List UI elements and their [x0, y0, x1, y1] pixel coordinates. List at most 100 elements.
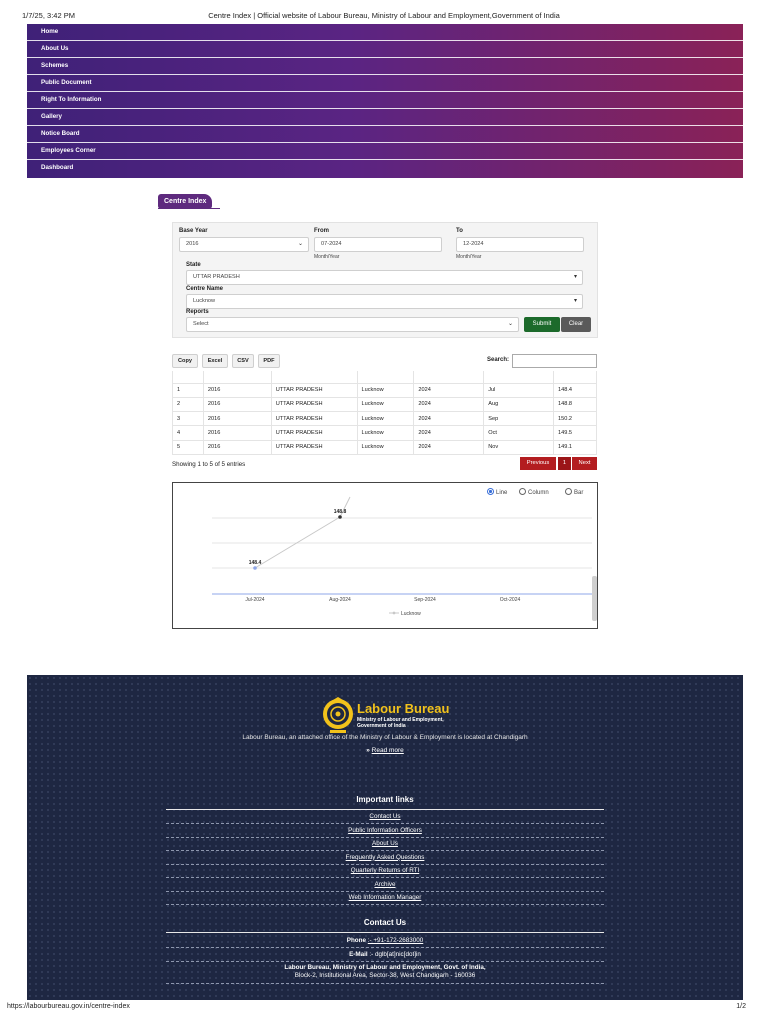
- table-row: [172, 371, 597, 384]
- excel-button[interactable]: Excel: [202, 354, 228, 368]
- x-tick-label: Jul-2024: [245, 597, 264, 603]
- chart-scrollbar[interactable]: [592, 576, 597, 621]
- section-title: Centre Index: [158, 194, 213, 209]
- state-label: State: [186, 262, 201, 268]
- entries-info: Showing 1 to 5 of 5 entries: [172, 461, 246, 468]
- centre-name-label: Centre Name: [186, 286, 224, 292]
- submit-button[interactable]: Submit: [524, 317, 560, 332]
- from-month-value: 07-2024: [321, 241, 342, 247]
- to-month-input[interactable]: 12-2024: [456, 237, 584, 252]
- nav-item-schemes[interactable]: Schemes: [27, 58, 743, 75]
- table-cell: 4: [172, 425, 204, 441]
- footer-link-web-information-manager[interactable]: Web Information Manager: [166, 892, 604, 906]
- read-more-arrow-icon: »: [366, 747, 370, 754]
- email-value: :- dglb[at]nic[dot]in: [369, 951, 421, 958]
- previous-page-button[interactable]: Previous: [520, 457, 556, 470]
- divider: [166, 932, 604, 933]
- nav-item-home[interactable]: Home: [27, 24, 743, 41]
- footer-link-contact-us[interactable]: Contact Us: [166, 811, 604, 825]
- chart-type-column-label: Column: [528, 490, 549, 496]
- emblem-icon: [323, 697, 353, 733]
- nav-item-about-us[interactable]: About Us: [27, 41, 743, 58]
- search-label: Search:: [487, 357, 510, 363]
- table-cell: 149.1: [553, 440, 597, 455]
- from-label: From: [314, 228, 329, 234]
- contact-us-heading: Contact Us: [363, 918, 407, 927]
- table-cell: 2024: [413, 397, 484, 413]
- centre-name-select[interactable]: Lucknow ▾: [186, 294, 583, 309]
- nav-item-notice-board[interactable]: Notice Board: [27, 126, 743, 143]
- section-title-underline: [158, 208, 220, 209]
- nav-item-employees-corner[interactable]: Employees Corner: [27, 143, 743, 160]
- chart-type-line-option[interactable]: Line: [487, 488, 507, 496]
- reports-label: Reports: [186, 309, 209, 315]
- footer-link-public-information-officers[interactable]: Public Information Officers: [166, 825, 604, 838]
- csv-button[interactable]: CSV: [232, 354, 254, 368]
- table-cell: Oct: [483, 425, 554, 441]
- from-month-input[interactable]: 07-2024: [314, 237, 442, 252]
- table-cell: 148.8: [553, 397, 597, 413]
- labour-bureau-logo: Labour Bureau Ministry of Labour and Emp…: [321, 697, 471, 737]
- table-cell: 1: [172, 383, 204, 398]
- table-cell: Nov: [483, 440, 554, 455]
- phone-label: Phone: [346, 937, 366, 944]
- table-cell: Lucknow: [356, 383, 414, 398]
- footer-link-faq[interactable]: Frequently Asked Questions: [166, 852, 604, 865]
- x-tick-label: Oct-2024: [500, 597, 521, 603]
- table-cell: 2024: [413, 440, 484, 455]
- nav-item-right-to-information[interactable]: Right To Information: [27, 92, 743, 109]
- nav-item-dashboard[interactable]: Dashboard: [27, 160, 743, 177]
- base-year-value: 2016: [186, 241, 199, 247]
- footer-link-about-us[interactable]: About Us: [166, 838, 604, 852]
- footer-link-archive[interactable]: Archive: [166, 879, 604, 892]
- print-footer: https://labourbureau.gov.in/centre-index…: [0, 1003, 768, 1015]
- table-cell: Lucknow: [356, 440, 414, 455]
- email-label: E-Mail: [349, 951, 368, 958]
- next-page-button[interactable]: Next: [572, 457, 597, 470]
- page-1-button[interactable]: 1: [558, 457, 571, 470]
- radio-icon: [565, 488, 572, 495]
- data-point: [253, 566, 257, 570]
- print-url: https://labourbureau.gov.in/centre-index: [7, 1003, 130, 1010]
- logo-subtitle-line2: Government of India: [357, 723, 406, 729]
- to-month-value: 12-2024: [463, 241, 484, 247]
- centre-index-table: 1 2016 UTTAR PRADESH Lucknow 2024 Jul 14…: [172, 371, 597, 455]
- chart-type-column-option[interactable]: Column: [519, 488, 549, 496]
- copy-button[interactable]: Copy: [172, 354, 198, 368]
- dropdown-arrow-icon: ▾: [573, 298, 577, 304]
- footer-link-quarterly-returns-rti[interactable]: Quarterly Returns of RTI: [166, 865, 604, 879]
- from-hint: Month/Year: [314, 254, 340, 260]
- table-row: 4 2016 UTTAR PRADESH Lucknow 2024 Oct 14…: [172, 425, 597, 441]
- series-line: [254, 516, 341, 569]
- chart-type-bar-label: Bar: [574, 490, 584, 496]
- divider: [166, 947, 604, 948]
- read-more-row: » Read more: [27, 747, 743, 754]
- radio-icon: [519, 488, 526, 495]
- base-year-select[interactable]: 2016 ⌄: [179, 237, 309, 252]
- reports-select[interactable]: Select ⌄: [186, 317, 519, 332]
- table-cell: Sep: [483, 411, 554, 427]
- state-value: UTTAR PRADESH: [193, 274, 240, 280]
- x-tick-label: Sep-2024: [414, 597, 436, 603]
- clear-button[interactable]: Clear: [561, 317, 591, 332]
- to-label: To: [456, 228, 463, 234]
- chart-type-bar-option[interactable]: Bar: [565, 488, 583, 496]
- state-select[interactable]: UTTAR PRADESH ▾: [186, 270, 583, 285]
- table-cell: Aug: [483, 397, 554, 413]
- table-cell: 148.4: [553, 383, 597, 398]
- pdf-button[interactable]: PDF: [258, 354, 280, 368]
- print-page-title: Centre Index | Official website of Labou…: [208, 11, 560, 20]
- search-input[interactable]: [512, 354, 597, 368]
- table-row: 1 2016 UTTAR PRADESH Lucknow 2024 Jul 14…: [172, 383, 597, 398]
- contact-email: E-Mail :- dglb[at]nic[dot]in: [166, 951, 604, 958]
- data-label: 148.8: [334, 509, 347, 515]
- table-row: 5 2016 UTTAR PRADESH Lucknow 2024 Nov 14…: [172, 440, 597, 455]
- contact-phone: Phone :- +91-172-2683000: [166, 937, 604, 944]
- nav-item-gallery[interactable]: Gallery: [27, 109, 743, 126]
- table-cell: 2016: [202, 425, 272, 441]
- read-more-link[interactable]: Read more: [372, 747, 404, 754]
- table-cell: 2024: [413, 425, 484, 441]
- table-cell: 2016: [202, 397, 272, 413]
- phone-value[interactable]: :- +91-172-2683000: [368, 937, 424, 944]
- nav-item-public-document[interactable]: Public Document: [27, 75, 743, 92]
